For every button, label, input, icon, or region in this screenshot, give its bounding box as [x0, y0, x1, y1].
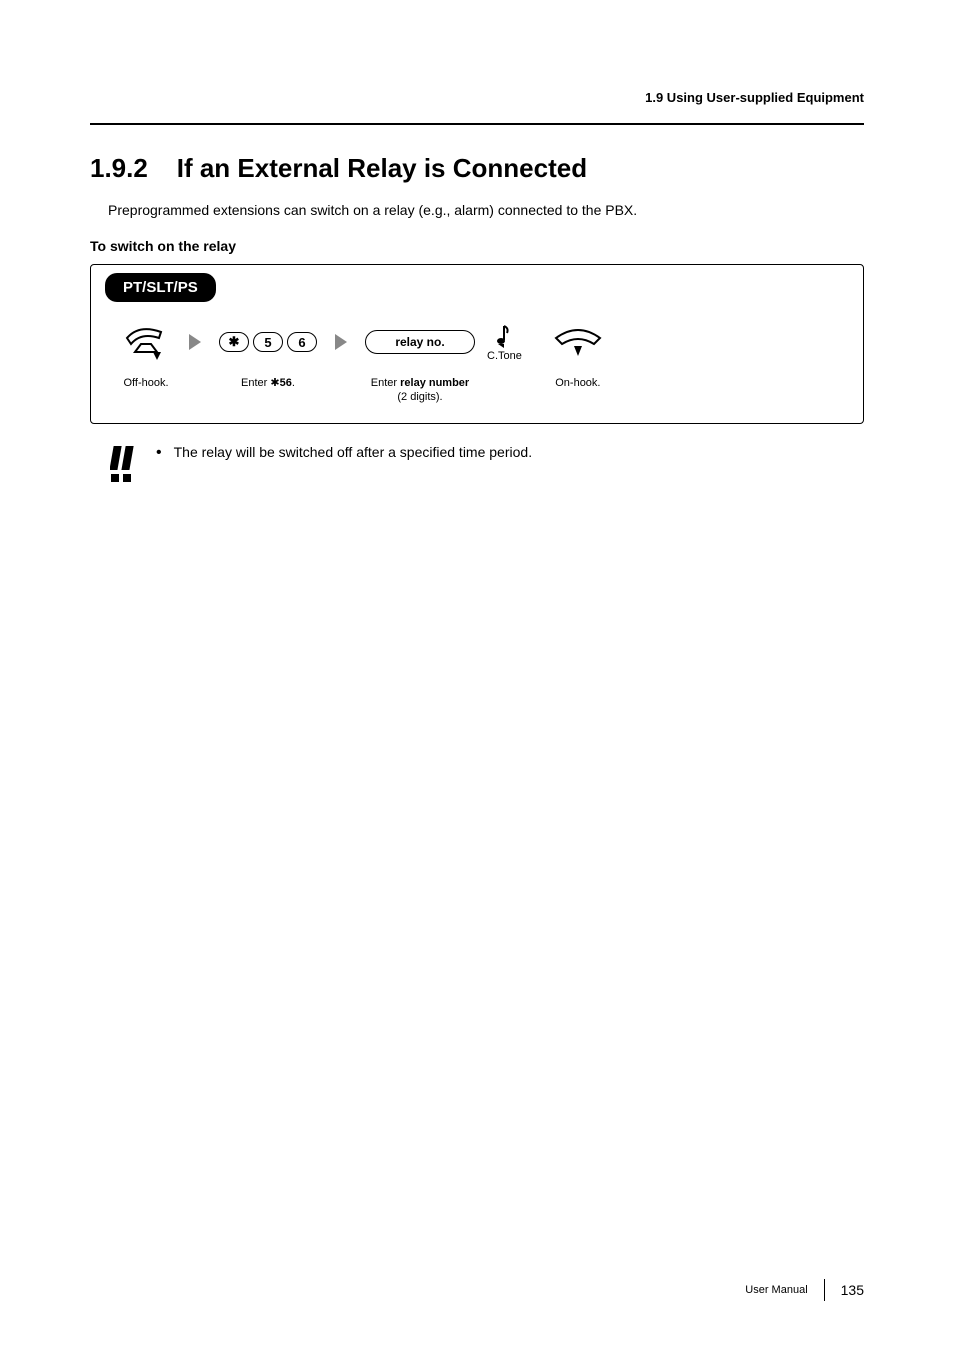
- procedure-box: PT/SLT/PS Off-hook. ✱: [90, 264, 864, 424]
- page-footer: User Manual 135: [745, 1279, 864, 1301]
- enter-code-label: Enter ✱56.: [241, 376, 295, 390]
- offhook-icon: [121, 322, 171, 362]
- step-onhook: On-hook.: [550, 318, 606, 390]
- note-bullet: •: [156, 445, 162, 461]
- step-offhook: Off-hook.: [121, 318, 171, 390]
- relay-label-line2: (2 digits).: [397, 391, 442, 403]
- relay-no-pill: relay no.: [365, 330, 475, 354]
- offhook-label: Off-hook.: [123, 376, 168, 390]
- procedure-subheading: To switch on the relay: [90, 238, 864, 254]
- footer-divider: [824, 1279, 825, 1301]
- relay-label-prefix: Enter: [371, 377, 400, 389]
- enter-code-suffix: .: [292, 377, 295, 389]
- note-text: The relay will be switched off after a s…: [174, 444, 532, 461]
- intro-paragraph: Preprogrammed extensions can switch on a…: [108, 202, 864, 218]
- steps-row: Off-hook. ✱ 5 6 Enter ✱56.: [109, 318, 845, 405]
- footer-page-number: 135: [841, 1282, 864, 1298]
- note-row: • The relay will be switched off after a…: [110, 444, 864, 486]
- step-enter-code: ✱ 5 6 Enter ✱56.: [219, 318, 317, 390]
- header-rule: [90, 123, 864, 125]
- enter-code-value: 56: [280, 377, 292, 389]
- section-number: 1.9.2: [90, 153, 148, 183]
- onhook-icon: [550, 324, 606, 360]
- exclamation-icon: [110, 444, 140, 486]
- enter-code-prefix: Enter: [241, 377, 270, 389]
- key-6: 6: [287, 332, 317, 352]
- footer-doc-name: User Manual: [745, 1284, 807, 1296]
- step-ctone: C.Tone: [487, 318, 522, 390]
- header-breadcrumb: 1.9 Using User-supplied Equipment: [90, 90, 864, 105]
- ctone-label: C.Tone: [487, 350, 522, 362]
- device-tab: PT/SLT/PS: [105, 273, 216, 302]
- key-group: ✱ 5 6: [219, 332, 317, 352]
- step-relay-no: relay no. Enter relay number (2 digits).: [365, 318, 475, 405]
- relay-label-bold: relay number: [400, 377, 469, 389]
- relay-no-label: Enter relay number (2 digits).: [371, 376, 469, 405]
- note-text-block: • The relay will be switched off after a…: [156, 444, 532, 461]
- ctone-icon: [493, 322, 515, 348]
- arrow-icon: [189, 334, 201, 350]
- key-star: ✱: [219, 332, 249, 352]
- key-5: 5: [253, 332, 283, 352]
- section-heading: If an External Relay is Connected: [177, 153, 587, 183]
- section-title: 1.9.2 If an External Relay is Connected: [90, 153, 864, 184]
- arrow-icon: [335, 334, 347, 350]
- onhook-label: On-hook.: [555, 376, 600, 390]
